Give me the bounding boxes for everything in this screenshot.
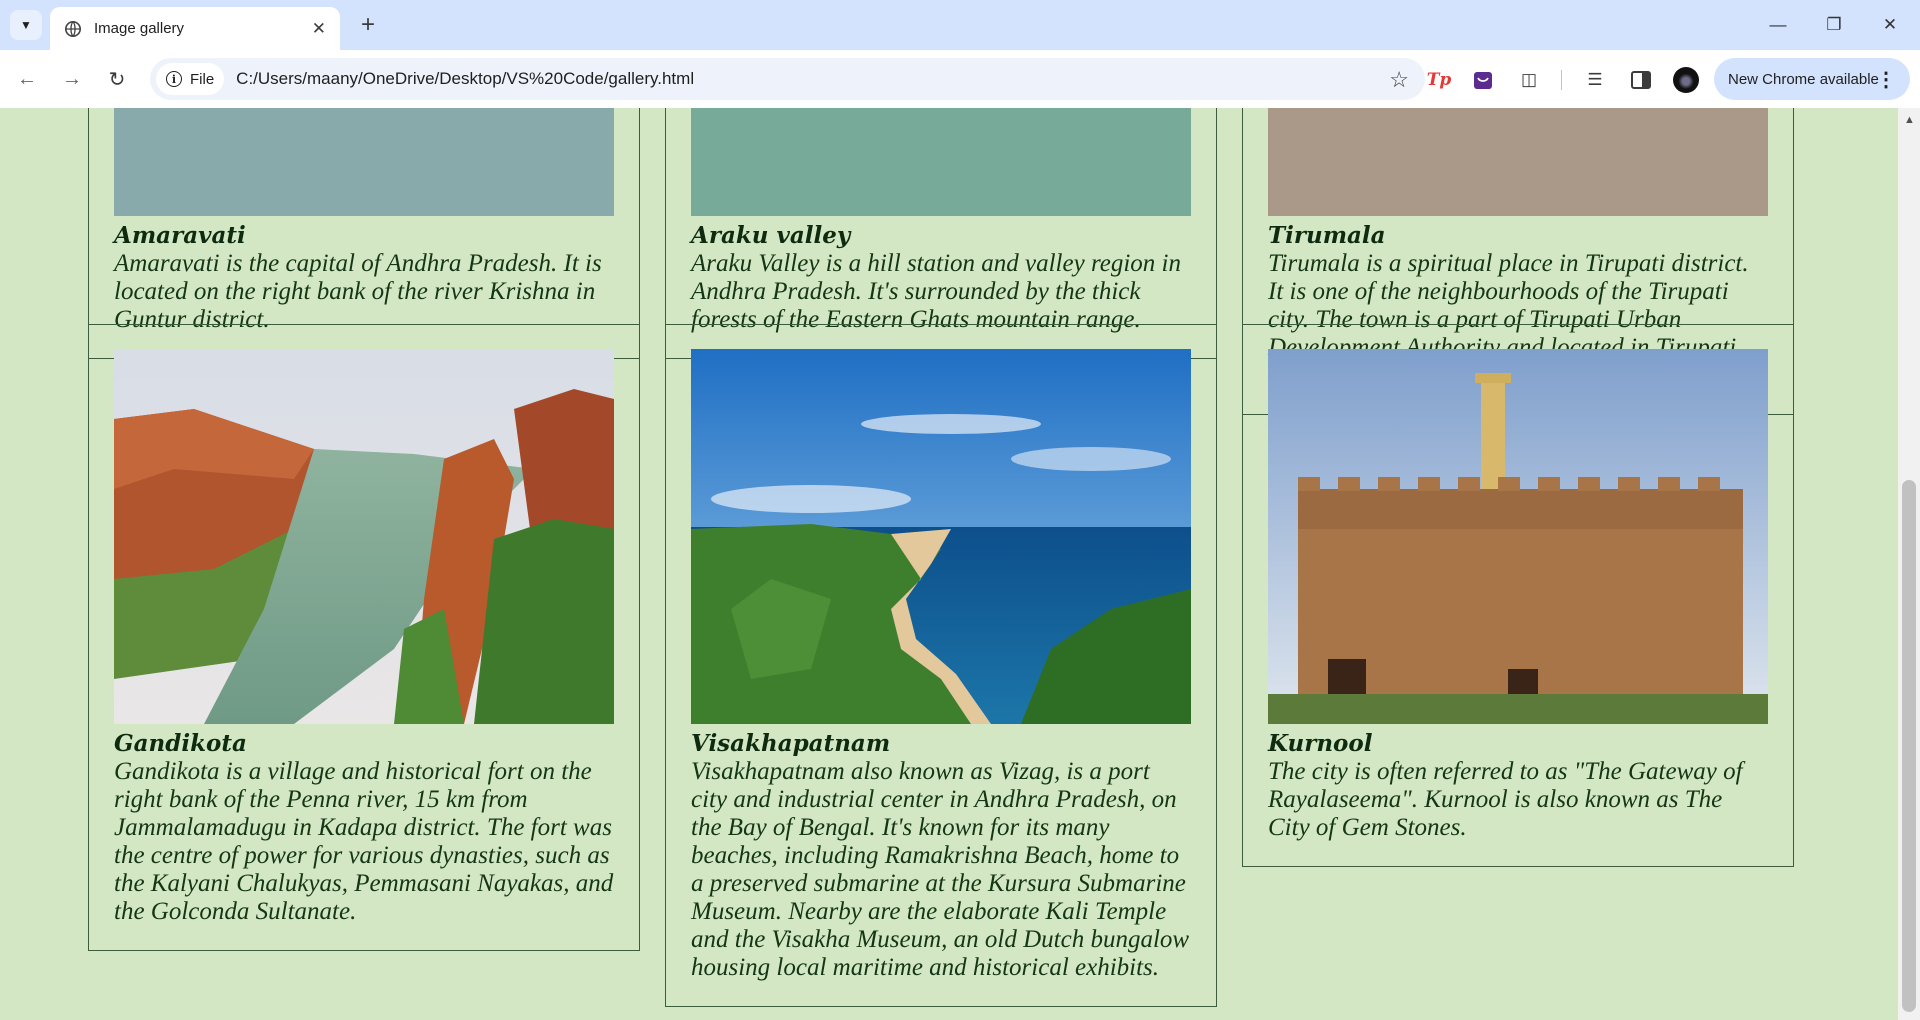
tab-close-icon[interactable]: ✕ [312, 19, 326, 39]
araku-valley-photo [691, 108, 1191, 216]
amaravati-photo [114, 108, 614, 216]
tp-extension-icon[interactable]: Tp [1426, 67, 1452, 93]
tirumala-photo [1268, 108, 1768, 216]
gandikota-canyon-photo [114, 349, 614, 724]
new-chrome-available-button[interactable]: New Chrome available ⋮ [1714, 58, 1910, 100]
site-info-label: File [190, 70, 215, 88]
tab-search-chevron-icon[interactable]: ▼ [10, 10, 42, 40]
side-panel-glyph [1631, 71, 1651, 89]
restore-icon[interactable]: ❐ [1806, 0, 1862, 50]
card-description: Amaravati is the capital of Andhra Prade… [114, 250, 602, 333]
card-description: Gandikota is a village and historical fo… [114, 758, 614, 925]
card-title: Amaravati [114, 222, 246, 249]
card-title: Araku valley [691, 222, 851, 249]
card-title: Gandikota [114, 730, 247, 757]
side-panel-icon[interactable] [1628, 67, 1654, 93]
reload-icon[interactable]: ↻ [102, 64, 132, 94]
page-scrollbar[interactable]: ▲ [1898, 108, 1920, 1020]
card-description: Visakhapatnam also known as Vizag, is a … [691, 758, 1190, 981]
kurnool-fort-photo [1268, 349, 1768, 724]
card-title: Kurnool [1268, 730, 1373, 757]
purple-extension-icon[interactable] [1470, 67, 1496, 93]
gallery-card-visakhapatnam: Visakhapatnam Visakhapatnam also known a… [665, 324, 1217, 1007]
window-close-icon[interactable]: ✕ [1862, 0, 1918, 50]
kebab-menu-icon[interactable]: ⋮ [1876, 67, 1896, 92]
card-description: The city is often referred to as "The Ga… [1268, 758, 1743, 841]
card-title: Visakhapatnam [691, 730, 891, 757]
media-playlist-icon[interactable]: ☰ [1582, 67, 1608, 93]
info-icon: i [166, 71, 182, 87]
tab-title: Image gallery [94, 20, 185, 37]
new-tab-plus-icon[interactable]: + [354, 11, 382, 39]
visakhapatnam-coast-photo [691, 349, 1191, 724]
browser-toolbar: ← → ↻ i File C:/Users/maany/OneDrive/Des… [0, 50, 1920, 108]
extensions-puzzle-icon[interactable]: ◫ [1516, 67, 1542, 93]
gallery-card-kurnool: Kurnool The city is often referred to as… [1242, 324, 1794, 867]
scroll-up-arrow-icon[interactable]: ▲ [1904, 114, 1915, 126]
update-label: New Chrome available [1728, 70, 1879, 88]
globe-icon [64, 20, 82, 37]
toolbar-separator [1561, 70, 1562, 90]
card-title: Tirumala [1268, 222, 1386, 249]
url-text[interactable]: C:/Users/maany/OneDrive/Desktop/VS%20Cod… [236, 69, 694, 89]
bookmark-star-icon[interactable]: ☆ [1389, 67, 1409, 93]
gallery-card-araku-valley: Araku valley Araku Valley is a hill stat… [665, 108, 1217, 359]
tab-image-gallery[interactable]: Image gallery ✕ [50, 7, 340, 50]
forward-arrow-icon[interactable]: → [57, 64, 87, 94]
tab-strip: ▼ Image gallery ✕ + — ❐ ✕ [0, 0, 1920, 50]
minimize-icon[interactable]: — [1750, 0, 1806, 50]
page-viewport: Amaravati Amaravati is the capital of An… [0, 108, 1898, 1020]
gallery-card-amaravati: Amaravati Amaravati is the capital of An… [88, 108, 640, 359]
profile-avatar[interactable] [1673, 67, 1699, 93]
back-arrow-icon[interactable]: ← [12, 64, 42, 94]
gallery-card-gandikota: Gandikota Gandikota is a village and his… [88, 324, 640, 951]
card-description: Araku Valley is a hill station and valle… [691, 250, 1181, 333]
site-info-chip[interactable]: i File [156, 63, 225, 95]
address-bar[interactable]: i File C:/Users/maany/OneDrive/Desktop/V… [150, 58, 1425, 100]
bag-icon [1474, 72, 1492, 89]
scrollbar-thumb[interactable] [1902, 480, 1916, 1012]
